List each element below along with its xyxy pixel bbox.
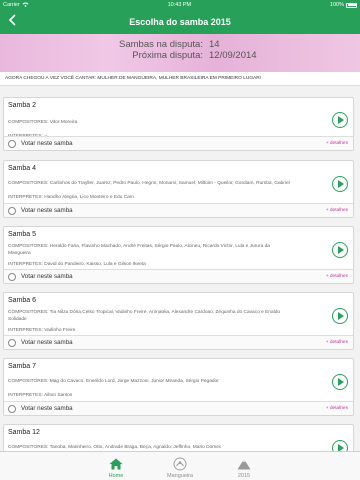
vote-bar: Votar neste samba + detalhes (4, 203, 353, 217)
samba-title: Samba 6 (8, 297, 37, 304)
vote-bar: Votar neste samba + detalhes (4, 136, 353, 150)
next-contest-label: Próxima disputa: (132, 50, 203, 61)
vote-radio[interactable] (8, 404, 16, 413)
details-link[interactable]: + detalhes (326, 274, 348, 279)
samba-title: Samba 5 (8, 231, 37, 238)
tab-label: 2015 (237, 473, 251, 479)
tab-2015[interactable]: 2015 (224, 452, 264, 480)
samba-title: Samba 12 (8, 429, 40, 436)
vote-radio[interactable] (8, 272, 16, 281)
samba-title: Samba 2 (8, 102, 37, 109)
play-icon (338, 116, 344, 124)
page-title: Escolha do samba 2015 (129, 17, 231, 27)
status-bar: Carrier 10:43 PM 100% (0, 0, 360, 10)
samba-card: Samba 12 COMPOSITORES: Tanoba, Marinheir… (3, 424, 354, 451)
carrier-label: Carrier (3, 2, 20, 8)
next-contest-date: 12/09/2014 (209, 50, 257, 61)
samba-list[interactable]: Samba 2 COMPOSITORES: Vitor Moreira INTE… (0, 92, 360, 451)
samba-performers: INTERPRETES: Ailton Santos (8, 393, 73, 398)
play-icon (338, 312, 344, 320)
tab-mangueira[interactable]: Mangueira (160, 452, 200, 480)
samba-card: Samba 5 COMPOSITORES: Heraldo Faria, Fla… (3, 226, 354, 284)
vote-bar: Votar neste samba + detalhes (4, 335, 353, 349)
samba-card: Samba 7 COMPOSITORES: Mag do Cavaco, Ene… (3, 358, 354, 416)
play-button[interactable] (332, 440, 348, 451)
play-icon (338, 444, 344, 451)
samba-count-label: Sambas na disputa: (119, 39, 203, 50)
chevron-left-icon (8, 13, 16, 31)
samba-composers: COMPOSITORES: Heraldo Faria, Flavinho Ma… (8, 244, 270, 249)
battery-percent: 100% (329, 2, 344, 8)
vote-label[interactable]: Votar neste samba (21, 207, 73, 214)
samba-performers: INTERPRETES: David do Pandeiro, Kaisso, … (8, 262, 146, 267)
play-icon (338, 180, 344, 188)
samba-composers-cont: Solidade (8, 317, 27, 322)
samba-composers: COMPOSITORES: Vitor Moreira (8, 120, 78, 125)
details-link[interactable]: + detalhes (326, 406, 348, 411)
samba-performers: INTERPRETES: Handho Alegria, Lico Montei… (8, 195, 134, 200)
samba-title: Samba 7 (8, 363, 37, 370)
samba-card: Samba 4 COMPOSITORES: Carlinhos do Trayl… (3, 160, 354, 218)
samba-composers: COMPOSITORES: Tia Nilza Dória,Celso Trop… (8, 310, 281, 315)
status-time: 10:43 PM (167, 2, 192, 8)
details-link[interactable]: + detalhes (326, 340, 348, 345)
vote-label[interactable]: Votar neste samba (21, 405, 73, 412)
tab-bar: Home Mangueira 2015 (0, 451, 360, 480)
samba-title: Samba 4 (8, 165, 37, 172)
samba-composers: COMPOSITORES: Mag do Cavaco, Enerildo Lo… (8, 379, 219, 384)
samba-card: Samba 6 COMPOSITORES: Tia Nilza Dória,Ce… (3, 292, 354, 350)
play-button[interactable] (332, 308, 348, 324)
battery-icon (346, 2, 357, 8)
home-icon (109, 457, 123, 471)
play-button[interactable] (332, 242, 348, 258)
details-link[interactable]: + detalhes (326, 141, 348, 146)
vote-label[interactable]: Votar neste samba (21, 140, 73, 147)
play-icon (338, 246, 344, 254)
samba-composers-cont: Mangueira (8, 251, 31, 256)
tab-label: Mangueira (167, 473, 193, 479)
wifi-icon (22, 2, 29, 9)
nav-bar: Escolha do samba 2015 (0, 10, 360, 34)
mountain-icon (237, 457, 251, 471)
play-button[interactable] (332, 374, 348, 390)
mangueira-icon (173, 457, 187, 471)
samba-card: Samba 2 COMPOSITORES: Vitor Moreira INTE… (3, 97, 354, 151)
play-icon (338, 378, 344, 386)
details-link[interactable]: + detalhes (326, 208, 348, 213)
tab-label: Home (108, 473, 124, 479)
vote-radio[interactable] (8, 206, 16, 215)
vote-radio[interactable] (8, 338, 16, 347)
samba-composers: COMPOSITORES: Tanoba, Marinheiro, Otto, … (8, 445, 222, 450)
app-screen: Carrier 10:43 PM 100% Escolha do samba 2… (0, 0, 360, 480)
vote-bar: Votar neste samba + detalhes (4, 269, 353, 283)
vote-bar: Votar neste samba + detalhes (4, 401, 353, 415)
samba-performers: INTERPRETES: Vadinho Freire (8, 328, 76, 333)
tab-home[interactable]: Home (96, 452, 136, 480)
play-button[interactable] (332, 112, 348, 128)
vote-label[interactable]: Votar neste samba (21, 339, 73, 346)
vote-label[interactable]: Votar neste samba (21, 273, 73, 280)
summary-banner: Sambas na disputa: 14 Próxima disputa: 12/… (0, 34, 360, 72)
play-button[interactable] (332, 176, 348, 192)
theme-text: AGORA CHEGOU A VEZ VOCÊ CANTAR: MULHER D… (0, 72, 360, 86)
samba-count-value: 14 (209, 39, 220, 50)
samba-composers: COMPOSITORES: Carlinhos do Trayller, Jua… (8, 181, 290, 186)
vote-radio[interactable] (8, 139, 16, 148)
back-button[interactable] (4, 14, 20, 30)
